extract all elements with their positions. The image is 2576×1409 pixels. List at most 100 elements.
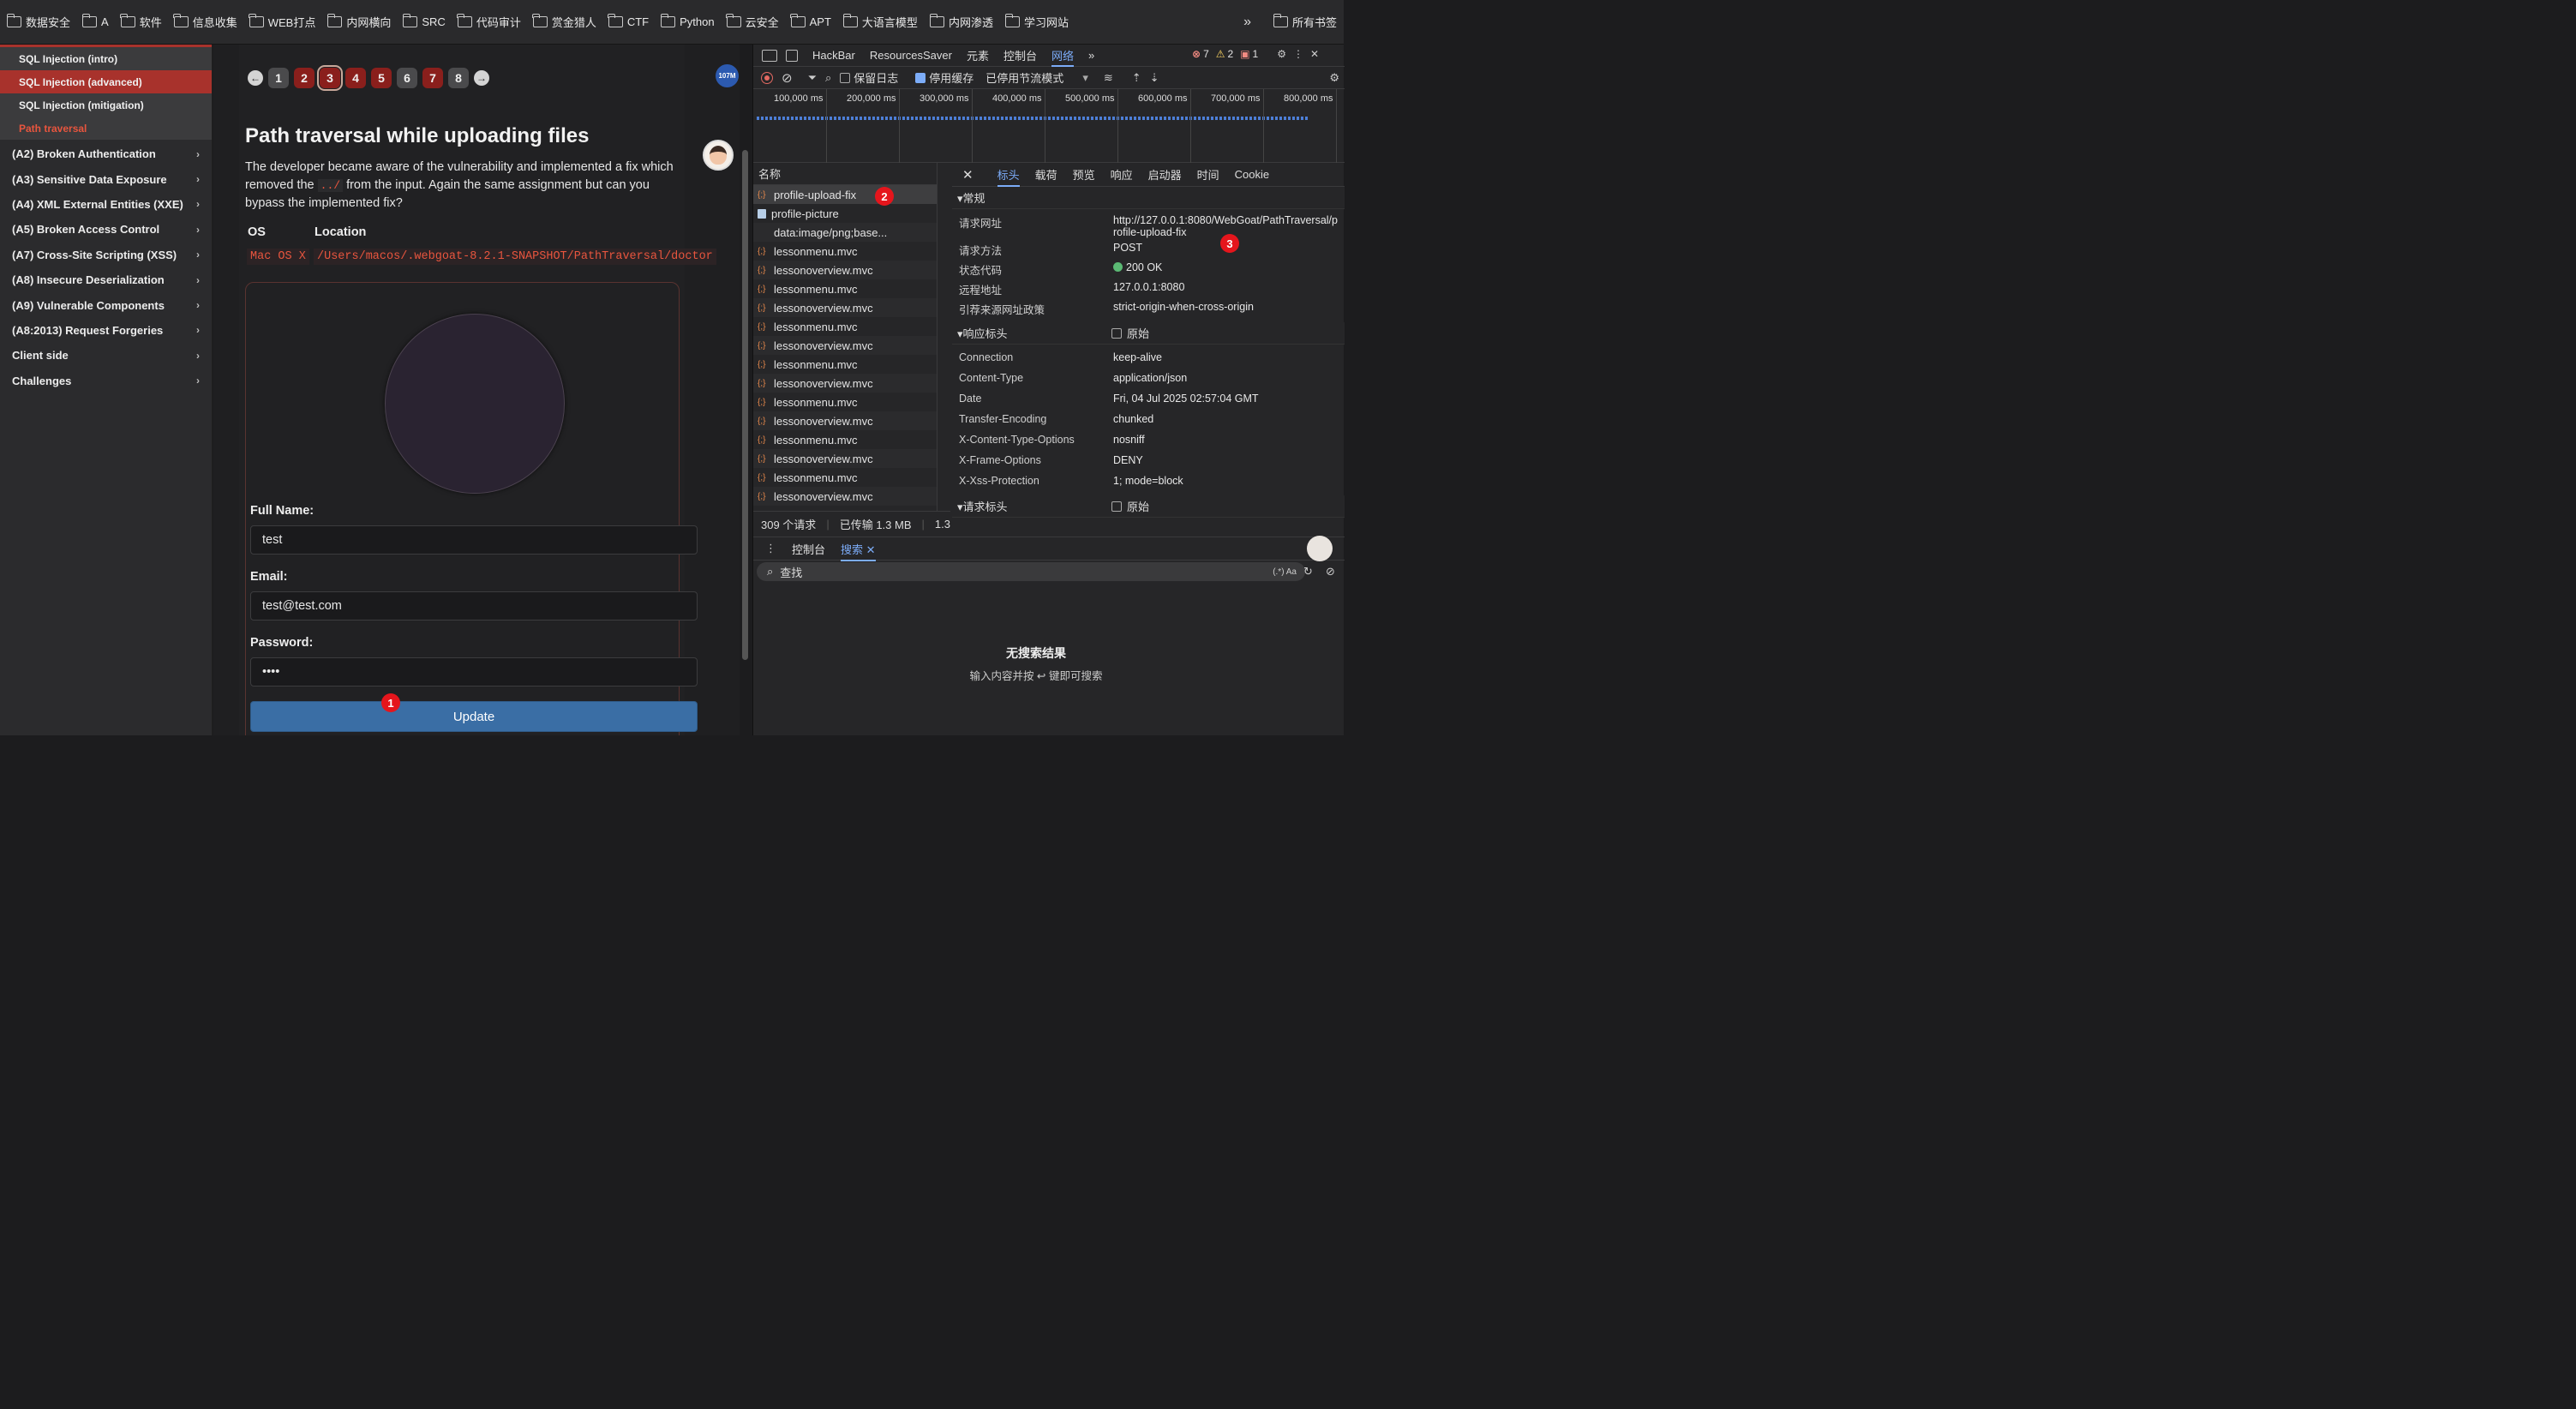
page-button[interactable]: 2 <box>294 68 315 88</box>
bookmark-folder[interactable]: 大语言模型 <box>842 14 918 30</box>
device-toggle-icon[interactable] <box>786 49 798 62</box>
disable-cache-checkbox[interactable] <box>915 72 926 83</box>
drawer-tab-search[interactable]: 搜索 ✕ <box>841 541 876 561</box>
devtools-tab[interactable]: 网络 <box>1051 47 1075 67</box>
sidebar-category[interactable]: (A8:2013) Request Forgeries › <box>0 318 212 343</box>
request-row[interactable]: {;} profile-upload-fix <box>753 185 937 204</box>
inspect-element-icon[interactable] <box>762 49 777 62</box>
previous-page-icon[interactable]: ← <box>248 70 263 86</box>
disable-cache-toggle[interactable]: 停用缓存 <box>915 69 973 86</box>
response-raw-toggle[interactable]: 原始 <box>1111 325 1149 341</box>
detail-tab[interactable]: 预览 <box>1073 166 1095 183</box>
request-row[interactable]: {;} lessonoverview.mvc <box>753 487 937 506</box>
devtools-tab[interactable]: ResourcesSaver <box>870 49 952 62</box>
response-headers-section-header[interactable]: ▾响应标头 原始 <box>952 322 1345 345</box>
page-button[interactable]: 6 <box>397 68 417 88</box>
bookmark-folder[interactable]: APT <box>790 14 831 28</box>
sidebar-lesson-item[interactable]: SQL Injection (mitigation) <box>0 93 212 117</box>
sidebar-lesson-item[interactable]: SQL Injection (intro) <box>0 47 212 70</box>
request-row[interactable]: {;} lessonmenu.mvc <box>753 279 937 298</box>
network-settings-icon[interactable]: ⚙ <box>1329 71 1339 85</box>
devtools-tabs-overflow-icon[interactable]: » <box>1088 49 1094 62</box>
close-detail-icon[interactable]: ✕ <box>962 167 973 183</box>
request-row[interactable]: {;} lessonoverview.mvc <box>753 411 937 430</box>
sidebar-category[interactable]: (A9) Vulnerable Components › <box>0 292 212 317</box>
detail-tab[interactable]: Cookie <box>1235 168 1269 181</box>
throttle-select[interactable]: 已停用节流模式 ▾ <box>985 69 1088 86</box>
memory-badge[interactable]: 107M <box>716 64 739 87</box>
request-row[interactable]: {;} lessonoverview.mvc <box>753 336 937 355</box>
page-button[interactable]: 4 <box>345 68 366 88</box>
clear-search-icon[interactable]: ⊘ <box>1326 565 1335 579</box>
password-input[interactable]: •••• <box>250 657 698 687</box>
request-row[interactable]: {;} lessonmenu.mvc <box>753 393 937 411</box>
request-row[interactable]: data:image/png;base... <box>753 223 937 242</box>
next-page-icon[interactable]: → <box>474 70 489 86</box>
detail-tab[interactable]: 载荷 <box>1035 166 1057 183</box>
bookmark-folder[interactable]: 软件 <box>120 14 162 30</box>
request-list-header[interactable]: 名称 <box>753 163 937 185</box>
request-row[interactable]: {;} lessonmenu.mvc <box>753 468 937 487</box>
profile-picture[interactable] <box>385 314 565 494</box>
floating-avatar[interactable] <box>703 140 734 171</box>
request-row[interactable]: {;} lessonoverview.mvc <box>753 298 937 317</box>
bookmark-folder[interactable]: 云安全 <box>726 14 779 30</box>
sidebar-category[interactable]: Client side › <box>0 343 212 368</box>
request-raw-checkbox[interactable] <box>1111 501 1122 512</box>
request-row[interactable]: {;} lessonoverview.mvc <box>753 261 937 279</box>
sidebar-category[interactable]: Challenges › <box>0 369 212 393</box>
general-section-header[interactable]: ▾常规 <box>952 187 1345 209</box>
bookmark-folder[interactable]: 内网渗透 <box>929 14 993 30</box>
detail-tab[interactable]: 标头 <box>997 166 1020 187</box>
update-button[interactable]: Update <box>250 701 698 732</box>
bookmark-folder[interactable]: 内网横向 <box>326 14 391 30</box>
sidebar-category[interactable]: (A5) Broken Access Control › <box>0 217 212 242</box>
page-button[interactable]: 8 <box>448 68 469 88</box>
request-row[interactable]: {;} lessonoverview.mvc <box>753 449 937 468</box>
request-row[interactable]: {;} lessonmenu.mvc <box>753 317 937 336</box>
settings-gear-icon[interactable]: ⚙ <box>1277 48 1286 60</box>
bookmark-folder[interactable]: 数据安全 <box>6 14 70 30</box>
preserve-log-checkbox[interactable] <box>840 72 851 83</box>
clear-icon[interactable]: ⊘ <box>782 70 793 86</box>
page-button[interactable]: 1 <box>268 68 289 88</box>
export-har-icon[interactable]: ⇣ <box>1150 71 1159 85</box>
refresh-search-icon[interactable]: ↻ <box>1303 565 1313 579</box>
request-row[interactable]: {;} lessonoverview.mvc <box>753 374 937 393</box>
sidebar-category[interactable]: (A4) XML External Entities (XXE) › <box>0 192 212 217</box>
close-search-tab-icon[interactable]: ✕ <box>866 543 876 556</box>
request-row[interactable]: {;} lessonmenu.mvc <box>753 242 937 261</box>
detail-tab[interactable]: 启动器 <box>1148 166 1182 183</box>
search-icon[interactable]: ⌕ <box>825 71 831 85</box>
all-bookmarks[interactable]: 所有书签 <box>1273 14 1337 30</box>
sidebar-category[interactable]: (A7) Cross-Site Scripting (XSS) › <box>0 243 212 267</box>
devtools-tab[interactable]: 控制台 <box>1003 47 1037 63</box>
import-har-icon[interactable]: ⇡ <box>1132 71 1141 85</box>
network-timeline[interactable]: 100,000 ms 200,000 ms 300,000 ms 400,000 ms… <box>753 89 1345 163</box>
devtools-tab[interactable]: HackBar <box>812 49 855 62</box>
network-conditions-icon[interactable]: ≋ <box>1104 71 1113 85</box>
request-headers-section-header[interactable]: ▾请求标头 原始 <box>952 495 1345 518</box>
search-options[interactable]: (.*) Aa <box>1273 567 1297 577</box>
sidebar-category[interactable]: (A8) Insecure Deserialization › <box>0 267 212 292</box>
devtools-tab[interactable]: 元素 <box>967 47 989 63</box>
page-button[interactable]: 5 <box>371 68 392 88</box>
bookmark-folder[interactable]: 信息收集 <box>173 14 237 30</box>
devtools-issue-counts[interactable]: ⊗ 7 ⚠ 2 ▣ 1 ⚙ ⋮ ✕ <box>1192 48 1319 60</box>
search-input[interactable]: ⌕ 查找 (.*) Aa <box>757 562 1305 581</box>
bookmark-folder[interactable]: 赏金猎人 <box>532 14 596 30</box>
detail-tab[interactable]: 响应 <box>1111 166 1133 183</box>
request-raw-toggle[interactable]: 原始 <box>1111 498 1149 514</box>
page-button[interactable]: 7 <box>422 68 443 88</box>
bookmarks-overflow-icon[interactable]: » <box>1243 15 1251 30</box>
sidebar-lesson-item[interactable]: Path traversal <box>0 117 212 140</box>
detail-tab[interactable]: 时间 <box>1197 166 1219 183</box>
full-name-input[interactable]: test <box>250 525 698 555</box>
response-raw-checkbox[interactable] <box>1111 327 1122 339</box>
email-input[interactable]: test@test.com <box>250 591 698 621</box>
request-row[interactable]: {;} lessonmenu.mvc <box>753 430 937 449</box>
close-devtools-icon[interactable]: ✕ <box>1310 48 1319 60</box>
more-menu-icon[interactable]: ⋮ <box>1293 48 1303 60</box>
main-scrollbar[interactable] <box>742 150 748 660</box>
page-button[interactable]: 3 <box>317 65 343 91</box>
